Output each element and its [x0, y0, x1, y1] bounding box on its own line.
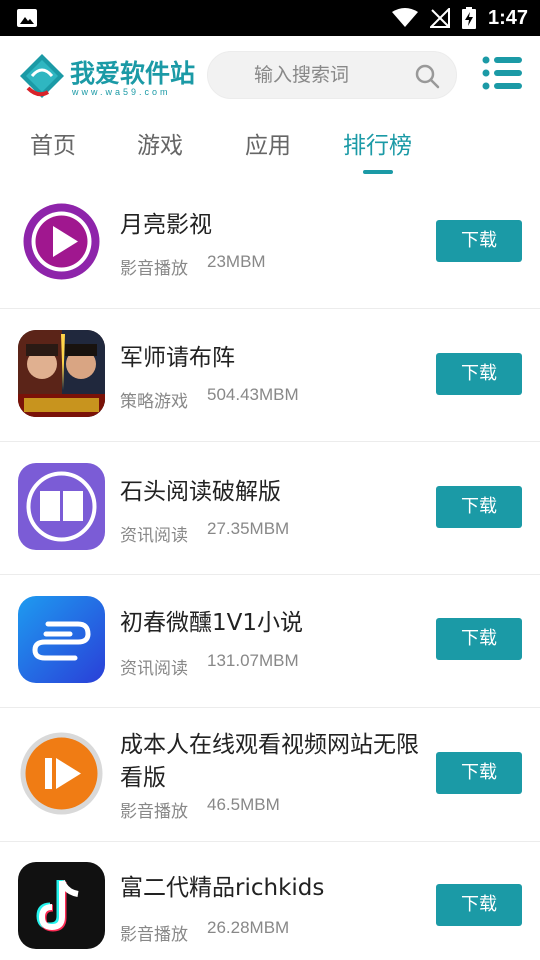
signal-off-icon: [429, 8, 450, 28]
search-bar[interactable]: [207, 51, 457, 99]
download-button[interactable]: 下载: [436, 884, 522, 926]
list-item[interactable]: 军师请布阵 策略游戏 504.43MBM 下载: [0, 309, 540, 442]
play-icon: [18, 198, 105, 285]
active-tab-indicator: [363, 170, 393, 174]
menu-icon[interactable]: [482, 56, 524, 90]
app-size: 23MBM: [207, 252, 266, 271]
media-next-icon: [18, 730, 105, 817]
app-name: 初春微醺1V1小说: [120, 610, 304, 636]
battery-charging-icon: [461, 7, 476, 29]
app-category: 策略游戏: [120, 392, 188, 412]
wifi-icon: [391, 8, 418, 27]
app-name: 石头阅读破解版: [120, 479, 281, 505]
app-category: 影音播放: [120, 802, 188, 822]
app-name: 军师请布阵: [120, 345, 235, 371]
list-item[interactable]: 初春微醺1V1小说 资讯阅读 131.07MBM 下载: [0, 575, 540, 708]
list-item[interactable]: 石头阅读破解版 资讯阅读 27.35MBM 下载: [0, 442, 540, 575]
site-logo[interactable]: 我爱软件站 www.wa59.com: [18, 50, 196, 102]
app-size: 46.5MBM: [207, 795, 280, 814]
status-bar: 1:47: [0, 0, 540, 36]
logo-title: 我爱软件站: [70, 59, 196, 88]
app-category: 影音播放: [120, 259, 188, 279]
tab-apps[interactable]: 应用: [245, 126, 291, 160]
app-category: 资讯阅读: [120, 659, 188, 679]
app-category: 资讯阅读: [120, 526, 188, 546]
app-size: 131.07MBM: [207, 651, 299, 670]
list-item[interactable]: 月亮影视 影音播放 23MBM 下载: [0, 176, 540, 309]
logo-diamond-icon: [20, 54, 64, 98]
tab-games[interactable]: 游戏: [137, 126, 183, 160]
app-category: 影音播放: [120, 925, 188, 945]
list-item[interactable]: 富二代精品richkids 影音播放 26.28MBM 下载: [0, 842, 540, 960]
download-button[interactable]: 下载: [436, 752, 522, 794]
tiktok-note-icon: [18, 862, 105, 949]
book-icon: [18, 463, 105, 550]
chat-loop-icon: [18, 596, 105, 683]
logo-subtitle: www.wa59.com: [72, 87, 171, 97]
game-poster-icon: [18, 330, 105, 417]
app-name: 富二代精品richkids: [120, 875, 325, 901]
app-name: 月亮影视: [120, 212, 212, 238]
tab-home[interactable]: 首页: [30, 126, 76, 160]
search-icon[interactable]: [414, 63, 440, 89]
header: 我爱软件站 www.wa59.com: [0, 36, 540, 116]
download-button[interactable]: 下载: [436, 220, 522, 262]
category-tabs: 首页 游戏 应用 排行榜: [0, 116, 540, 180]
clock: 1:47: [487, 6, 528, 29]
app-size: 26.28MBM: [207, 918, 290, 937]
list-item[interactable]: 成本人在线观看视频网站无限看版 影音播放 46.5MBM 下载: [0, 708, 540, 842]
download-button[interactable]: 下载: [436, 353, 522, 395]
image-notification-icon: [17, 9, 37, 27]
search-input[interactable]: [226, 52, 406, 98]
app-name: 成本人在线观看视频网站无限看版: [120, 732, 419, 791]
download-button[interactable]: 下载: [436, 486, 522, 528]
app-size: 504.43MBM: [207, 385, 299, 404]
tab-ranking[interactable]: 排行榜: [343, 126, 412, 160]
download-button[interactable]: 下载: [436, 618, 522, 660]
app-size: 27.35MBM: [207, 519, 290, 538]
